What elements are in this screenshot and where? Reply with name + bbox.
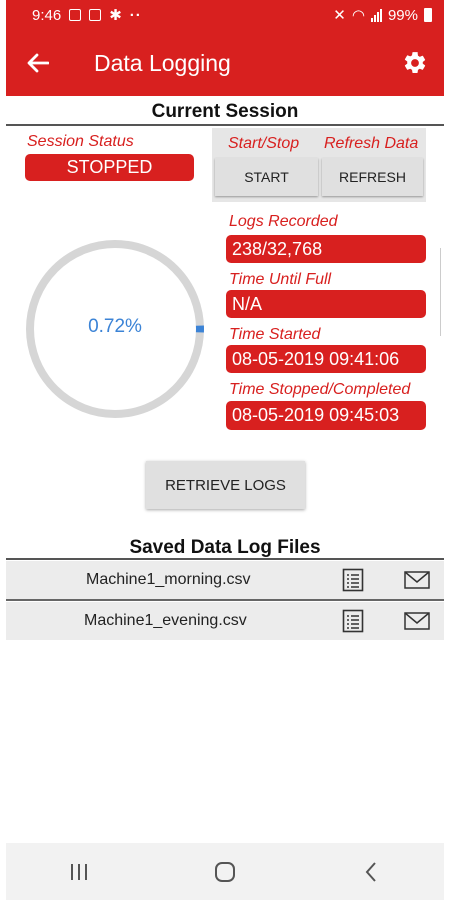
time-stopped-label: Time Stopped/Completed	[229, 381, 411, 398]
current-session-title: Current Session	[151, 101, 299, 122]
logs-recorded-value: 238/32,768	[226, 235, 426, 263]
email-icon[interactable]	[404, 571, 430, 589]
page-title: Data Logging	[94, 49, 231, 76]
session-status-label: Session Status	[27, 133, 134, 150]
status-bar: 9:46 ✱ ·· ✕ ◠ 99%	[6, 0, 444, 30]
home-icon	[215, 861, 235, 882]
start-stop-label: Start/Stop	[228, 135, 300, 152]
signal-icon	[370, 8, 382, 22]
settings-button[interactable]	[386, 30, 444, 96]
document-icon[interactable]	[342, 568, 364, 592]
logs-recorded-label: Logs Recorded	[229, 213, 338, 230]
scroll-indicator	[440, 248, 444, 336]
back-nav-button[interactable]	[341, 852, 401, 892]
retrieve-logs-button[interactable]: RETRIEVE LOGS	[146, 461, 305, 509]
back-button[interactable]	[6, 30, 70, 96]
chevron-left-icon	[365, 861, 376, 882]
file-name: Machine1_evening.csv	[84, 612, 247, 629]
system-nav-bar	[6, 843, 444, 900]
time-started-value: 08-05-2019 09:41:06	[226, 345, 426, 373]
file-name: Machine1_morning.csv	[86, 571, 251, 588]
gear-icon	[404, 52, 426, 73]
recent-apps-icon	[71, 863, 87, 880]
recent-apps-button[interactable]	[49, 852, 109, 892]
mute-icon: ✕	[333, 7, 346, 24]
wifi-icon: ◠	[351, 7, 365, 24]
document-icon[interactable]	[342, 609, 364, 633]
divider	[6, 558, 444, 560]
status-time: 9:46	[32, 6, 62, 24]
app-bar: Data Logging	[6, 30, 444, 96]
screenshot-icon	[89, 9, 102, 21]
time-until-full-label: Time Until Full	[229, 271, 332, 288]
settings-notification-icon: ✱	[109, 7, 122, 24]
screen: 9:46 ✱ ·· ✕ ◠ 99% Data Logging Current S…	[0, 0, 450, 900]
progress-percent: 0.72%	[88, 316, 142, 337]
battery-percent: 99%	[387, 6, 418, 24]
start-button[interactable]: START	[215, 158, 318, 196]
time-stopped-value: 08-05-2019 09:45:03	[226, 401, 426, 430]
email-icon[interactable]	[404, 612, 430, 630]
time-until-full-value: N/A	[226, 290, 426, 318]
file-row[interactable]: Machine1_morning.csv	[6, 561, 444, 599]
refresh-data-label: Refresh Data	[324, 135, 419, 152]
gallery-icon	[69, 9, 82, 21]
session-status-value: STOPPED	[25, 154, 194, 181]
divider	[6, 124, 444, 126]
file-row[interactable]: Machine1_evening.csv	[6, 602, 444, 640]
home-button[interactable]	[195, 852, 255, 892]
divider	[6, 599, 444, 601]
arrow-left-icon	[27, 53, 49, 73]
saved-files-title: Saved Data Log Files	[129, 537, 321, 558]
time-started-label: Time Started	[229, 326, 321, 343]
more-notifications-icon: ··	[129, 6, 142, 24]
refresh-button[interactable]: REFRESH	[322, 158, 423, 196]
battery-icon	[424, 8, 432, 22]
